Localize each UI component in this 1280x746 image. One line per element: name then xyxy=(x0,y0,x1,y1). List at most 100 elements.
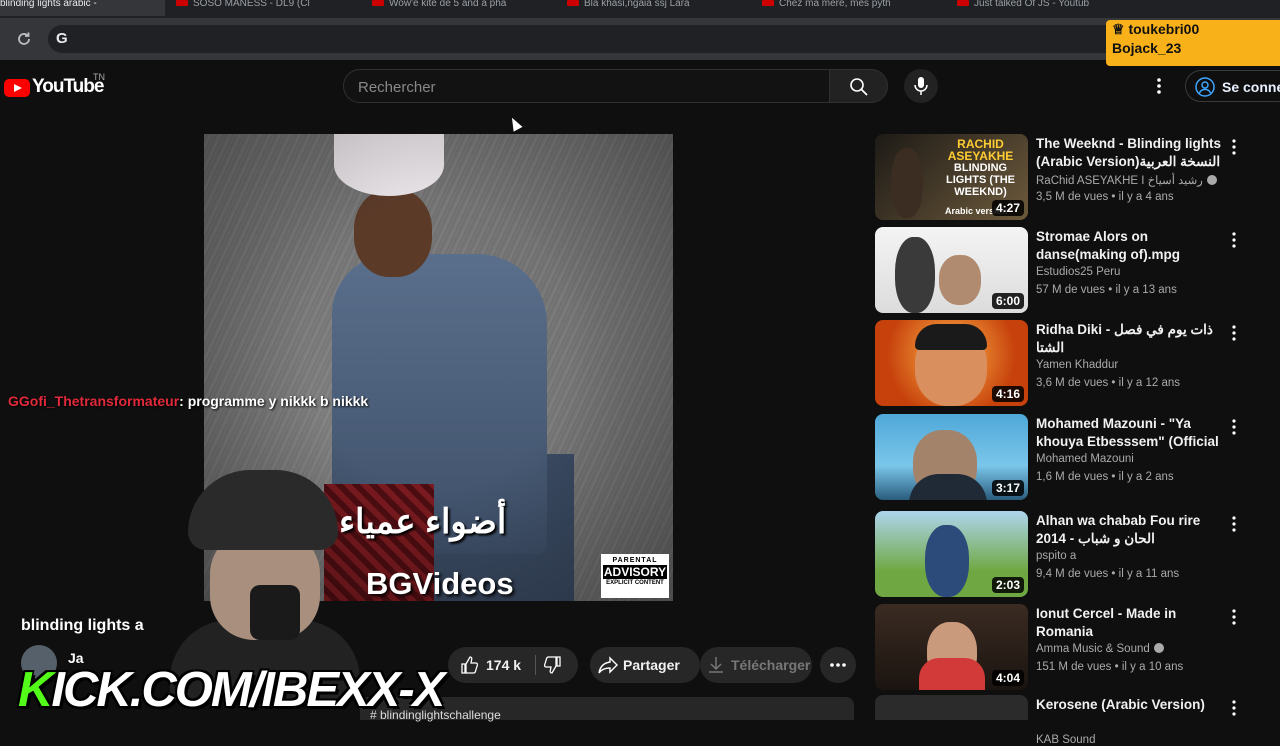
advisory-line: ADVISORY xyxy=(603,565,667,579)
youtube-favicon-icon xyxy=(567,0,579,6)
channel-name: Amma Music & Sound xyxy=(1036,643,1150,655)
overlay-user-name: Bojack_23 xyxy=(1112,40,1182,56)
overlay-user: ♕ toukebri00 xyxy=(1106,20,1280,39)
recommendation-channel[interactable]: Yamen Khaddur xyxy=(1036,359,1118,371)
browser-tab[interactable]: Bla khasi,ngaia ssj Lara xyxy=(567,0,747,16)
recommendation-channel[interactable]: RaChid ASEYAKHE I رشيد أسياخ xyxy=(1036,173,1217,187)
recommendation-item[interactable]: 3:17 Mohamed Mazouni - "Ya khouya Etbess… xyxy=(875,414,1255,500)
share-button[interactable]: Partager xyxy=(590,647,700,683)
browser-tab[interactable]: blinding lights arabic - xyxy=(0,0,165,16)
download-button[interactable]: Télécharger xyxy=(700,647,812,683)
verified-icon xyxy=(1153,643,1164,653)
recommendation-item[interactable]: 2:03 Alhan wa chabab Fou rire 2014 - الح… xyxy=(875,511,1255,597)
video-thumbnail[interactable]: 3:17 xyxy=(875,414,1028,500)
more-vert-icon[interactable] xyxy=(1227,231,1241,249)
advisory-line: PARENTAL xyxy=(612,557,658,564)
more-vert-icon[interactable] xyxy=(1227,699,1241,717)
recommendation-title[interactable]: Ridha Diki - ذات يوم في فصل الشتا xyxy=(1036,321,1226,357)
video-watermark: BGVideos xyxy=(366,566,514,601)
kick-letter: K xyxy=(18,663,53,717)
video-thumbnail[interactable]: 4:16 xyxy=(875,320,1028,406)
recommendation-title[interactable]: Ionut Cercel - Made in Romania xyxy=(1036,605,1226,641)
browser-tab-strip: blinding lights arabic - SOSO MANESS - D… xyxy=(0,0,1280,18)
more-vert-icon[interactable] xyxy=(1227,608,1241,626)
recommendation-title[interactable]: Stromae Alors on danse(making of).mpg xyxy=(1036,228,1226,264)
google-icon: G xyxy=(56,30,68,47)
recommendation-meta: 3,6 M de vues • il y a 12 ans xyxy=(1036,377,1181,389)
webcam-shape xyxy=(250,585,300,640)
youtube-favicon-icon xyxy=(372,0,384,6)
tab-label: Chez ma mere, mes pyth xyxy=(779,0,891,9)
browser-tab[interactable]: SOSO MANESS - DL9 (Cl xyxy=(176,0,356,16)
recommendation-meta: 151 M de vues • il y a 10 ans xyxy=(1036,661,1184,673)
recommendation-title[interactable]: Kerosene (Arabic Version) xyxy=(1036,696,1226,714)
recommendation-channel[interactable]: Mohamed Mazouni xyxy=(1036,453,1134,465)
thumbnail-figure xyxy=(925,525,969,597)
webcam-shape xyxy=(188,470,338,550)
youtube-favicon-icon xyxy=(762,0,774,6)
search-button[interactable] xyxy=(829,69,888,103)
browser-tab[interactable]: Wow'e kite de 5 and a pha xyxy=(372,0,552,16)
more-vert-icon[interactable] xyxy=(1227,515,1241,533)
more-vert-icon[interactable] xyxy=(1227,418,1241,436)
youtube-play-icon xyxy=(4,79,30,97)
recommendation-item[interactable]: RACHID ASEYAKHE BLINDING LIGHTS (THE WEE… xyxy=(875,134,1255,220)
advisory-line: EXPLICIT CONTENT xyxy=(606,580,664,586)
recommendation-title[interactable]: Alhan wa chabab Fou rire 2014 - الحان و … xyxy=(1036,512,1226,548)
share-label: Partager xyxy=(623,657,680,673)
chat-username: GGofi_Thetransformateur xyxy=(8,393,180,409)
recommendation-item[interactable]: 4:16 Ridha Diki - ذات يوم في فصل الشتا Y… xyxy=(875,320,1255,406)
account-icon xyxy=(1195,77,1215,97)
tab-label: blinding lights arabic - xyxy=(0,0,97,9)
recommendation-title[interactable]: Mohamed Mazouni - "Ya khouya Etbesssem" … xyxy=(1036,415,1226,451)
thumb-down-icon[interactable] xyxy=(544,656,562,674)
kick-url: ICK.COM/IBEXX-X xyxy=(51,663,445,717)
video-duration: 3:17 xyxy=(991,480,1024,496)
like-count[interactable]: 174 k xyxy=(486,657,521,673)
recommendation-item[interactable]: Kerosene (Arabic Version) KAB Sound xyxy=(875,695,1255,746)
search-box[interactable] xyxy=(343,69,830,103)
recommendation-channel[interactable]: Amma Music & Sound xyxy=(1036,643,1164,655)
overlay-user: Bojack_23 xyxy=(1106,39,1280,58)
recommendation-item[interactable]: 4:04 Ionut Cercel - Made in Romania Amma… xyxy=(875,604,1255,690)
recommendation-channel[interactable]: Estudios25 Peru xyxy=(1036,266,1120,278)
recommendation-meta: 57 M de vues • il y a 13 ans xyxy=(1036,284,1177,296)
browser-tab[interactable]: Chez ma mere, mes pyth xyxy=(762,0,942,16)
browser-tab[interactable]: Just talked Of JS - Youtub xyxy=(957,0,1107,16)
youtube-favicon-icon xyxy=(957,0,969,6)
stream-chat-message: GGofi_Thetransformateur: programme y nik… xyxy=(8,393,368,409)
search-input[interactable] xyxy=(356,76,820,98)
video-arabic-title: أضواء عمياء xyxy=(339,503,507,541)
search-icon xyxy=(850,78,868,96)
recommendation-item[interactable]: 6:00 Stromae Alors on danse(making of).m… xyxy=(875,227,1255,313)
thumbnail-text: RACHID ASEYAKHE xyxy=(947,137,1014,163)
thumbnail-figure xyxy=(919,658,985,690)
overlay-user-name: toukebri00 xyxy=(1128,21,1200,37)
recommendation-channel[interactable]: KAB Sound xyxy=(1036,734,1095,746)
more-vert-icon[interactable] xyxy=(1227,324,1241,342)
download-icon xyxy=(709,657,723,673)
video-duration: 4:04 xyxy=(991,670,1024,686)
settings-menu-button[interactable] xyxy=(1148,75,1170,97)
video-thumbnail[interactable]: 4:04 xyxy=(875,604,1028,690)
signin-button[interactable]: Se connecter xyxy=(1185,70,1280,102)
video-thumbnail[interactable]: 2:03 xyxy=(875,511,1028,597)
more-vert-icon[interactable] xyxy=(1227,138,1241,156)
more-actions-button[interactable] xyxy=(820,647,856,683)
voice-search-button[interactable] xyxy=(904,69,938,103)
parental-advisory-label: PARENTAL ADVISORY EXPLICIT CONTENT xyxy=(601,554,669,598)
address-bar[interactable]: G xyxy=(48,25,1178,53)
signin-label: Se connecter xyxy=(1222,79,1280,95)
video-thumbnail[interactable]: 6:00 xyxy=(875,227,1028,313)
recommendation-channel[interactable]: pspito a xyxy=(1036,550,1076,562)
tab-label: Just talked Of JS - Youtub xyxy=(974,0,1090,9)
recommendation-title[interactable]: The Weeknd - Blinding lights (Arabic Ver… xyxy=(1036,135,1226,171)
thumbnail-figure xyxy=(891,148,923,218)
thumb-up-icon[interactable] xyxy=(460,656,478,674)
mouse-cursor-icon xyxy=(507,115,523,132)
channel-name: RaChid ASEYAKHE I رشيد أسياخ xyxy=(1036,175,1203,187)
recommendation-meta: 9,4 M de vues • il y a 11 ans xyxy=(1036,568,1180,580)
video-thumbnail[interactable]: RACHID ASEYAKHE BLINDING LIGHTS (THE WEE… xyxy=(875,134,1028,220)
video-thumbnail[interactable] xyxy=(875,695,1028,720)
reload-icon[interactable] xyxy=(14,27,34,51)
